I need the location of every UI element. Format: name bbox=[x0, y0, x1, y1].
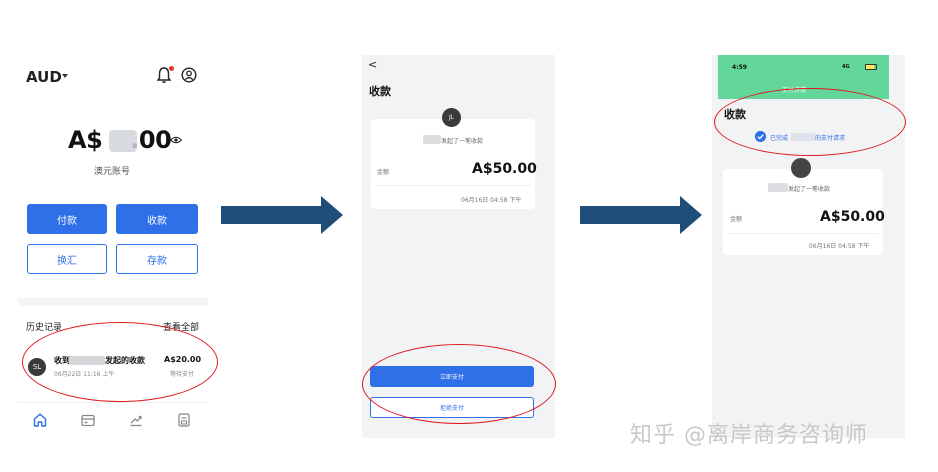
requester-name-blur bbox=[768, 183, 788, 192]
arrow-right-icon bbox=[580, 196, 702, 234]
pay-button[interactable]: 付款 bbox=[27, 204, 107, 234]
divider bbox=[727, 233, 879, 234]
highlight-ellipse bbox=[714, 88, 906, 156]
amount-value: A$50.00 bbox=[472, 161, 537, 177]
deposit-button[interactable]: 存款 bbox=[116, 244, 198, 274]
receive-button[interactable]: 收款 bbox=[116, 204, 198, 234]
wallet-icon[interactable] bbox=[80, 412, 96, 428]
amount-value: A$50.00 bbox=[820, 209, 885, 225]
eye-icon[interactable] bbox=[170, 136, 182, 144]
arrow-right-icon bbox=[221, 196, 343, 234]
amount-label: 金额 bbox=[730, 216, 743, 223]
highlight-ellipse bbox=[22, 322, 218, 402]
account-label: 澳元账号 bbox=[94, 167, 131, 177]
status-time: 4:59 bbox=[732, 64, 747, 71]
signal-indicator: 4G bbox=[842, 64, 850, 70]
avatar bbox=[791, 158, 811, 178]
amount-label: 金额 bbox=[377, 169, 390, 176]
chevron-down-icon[interactable] bbox=[62, 74, 68, 78]
balance-blur bbox=[109, 130, 137, 152]
divider bbox=[375, 185, 531, 186]
requester-name-blur bbox=[423, 135, 441, 144]
user-icon[interactable] bbox=[181, 67, 197, 83]
document-icon[interactable] bbox=[176, 412, 192, 428]
request-time: 06月16日 04:58 下午 bbox=[461, 197, 522, 204]
avatar: JL bbox=[442, 108, 461, 127]
notification-dot bbox=[169, 66, 174, 71]
currency-selector[interactable]: AUD bbox=[26, 68, 62, 86]
chart-icon[interactable] bbox=[128, 412, 144, 428]
battery-level bbox=[866, 65, 874, 69]
back-icon[interactable]: < bbox=[368, 58, 377, 71]
exchange-button[interactable]: 换汇 bbox=[27, 244, 107, 274]
request-subtitle: 发起了一笔收款 bbox=[441, 138, 484, 145]
request-subtitle: 发起了一笔收款 bbox=[788, 186, 831, 193]
home-icon[interactable] bbox=[32, 412, 48, 428]
request-time: 06月16日 04:58 下午 bbox=[809, 243, 870, 250]
watermark: 知乎 @离岸商务咨询师 bbox=[630, 423, 868, 448]
highlight-ellipse bbox=[362, 344, 556, 424]
page-title: 收款 bbox=[369, 85, 391, 98]
